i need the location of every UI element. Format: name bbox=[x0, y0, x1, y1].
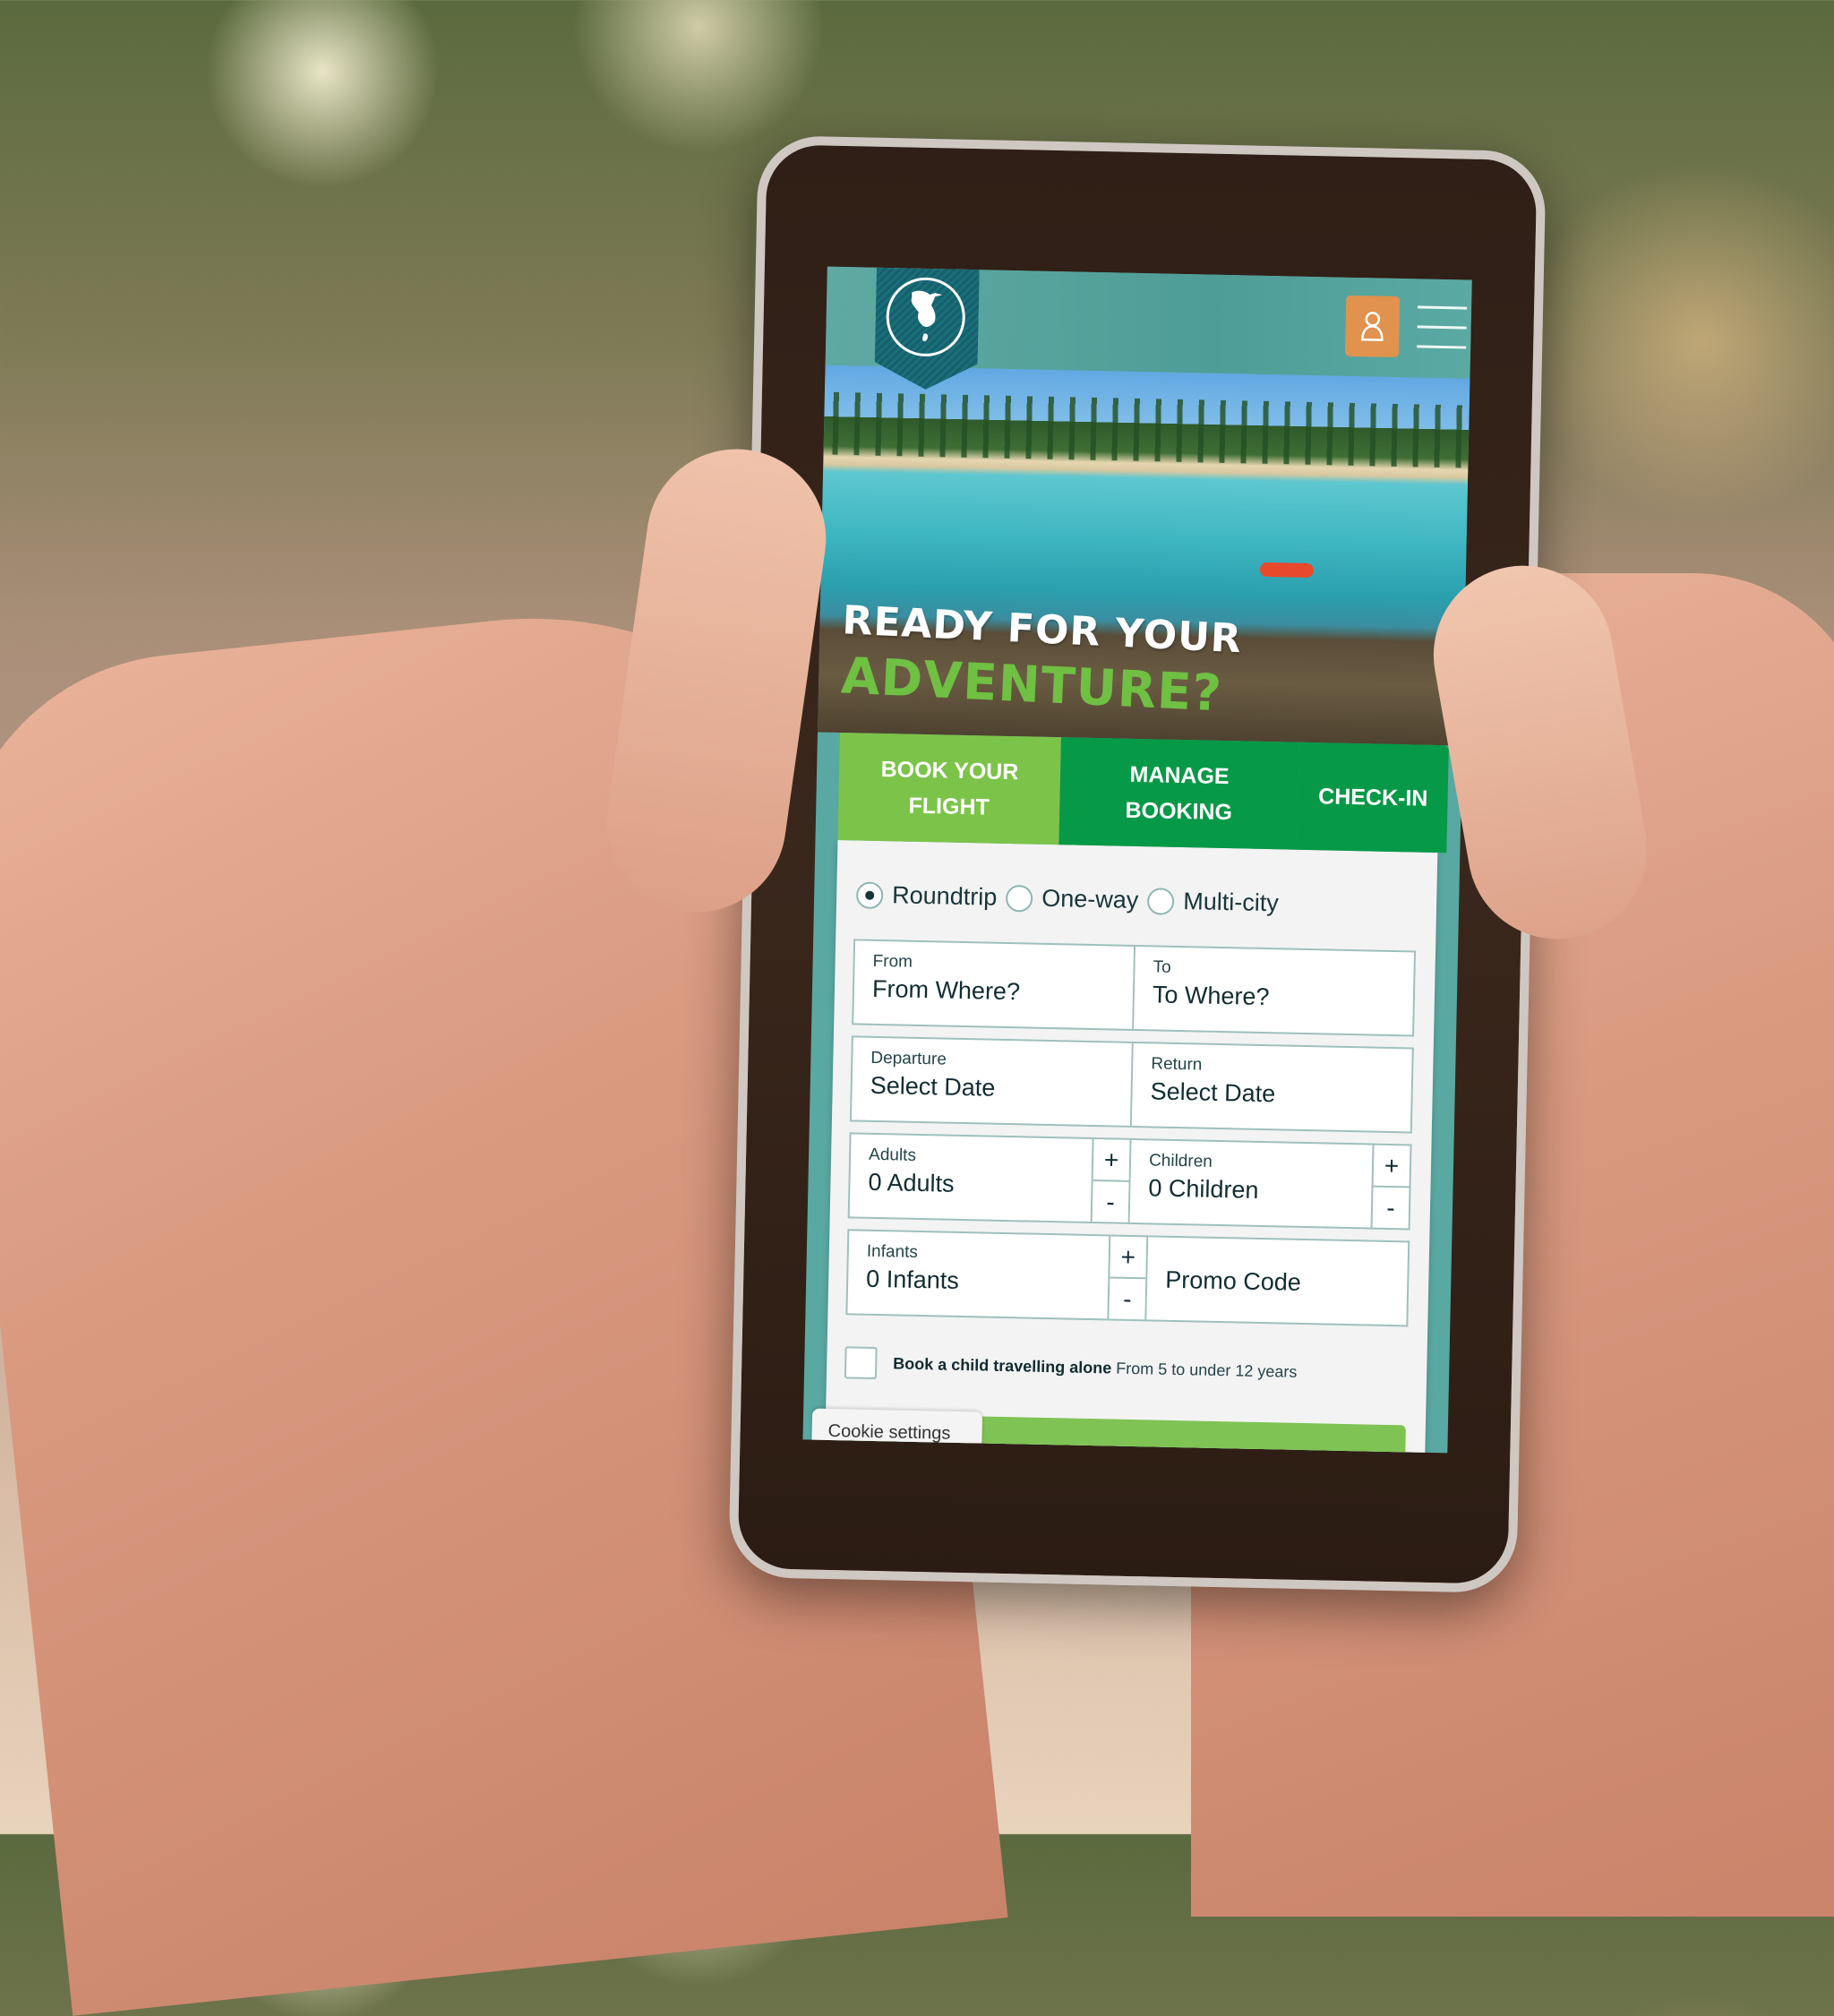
infants-field[interactable]: Infants 0 Infants bbox=[845, 1229, 1111, 1321]
return-date-field[interactable]: Return Select Date bbox=[1131, 1041, 1414, 1134]
infants-increment-button[interactable]: + bbox=[1110, 1236, 1146, 1277]
children-label: Children bbox=[1148, 1151, 1213, 1171]
child-alone-label: Book a child travelling alone From 5 to … bbox=[893, 1354, 1298, 1381]
flight-search-form: Roundtrip One-way Multi-city From From W… bbox=[824, 839, 1438, 1454]
tab-check-in[interactable]: CHECK-IN bbox=[1297, 742, 1449, 854]
kayak-image bbox=[1259, 562, 1315, 579]
trip-type-options: Roundtrip One-way Multi-city bbox=[855, 880, 1280, 917]
radio-label: One-way bbox=[1041, 884, 1139, 914]
route-row: From From Where? To To Where? bbox=[852, 939, 1417, 1037]
child-travelling-alone-option: Book a child travelling alone From 5 to … bbox=[844, 1346, 1298, 1388]
adults-label: Adults bbox=[868, 1145, 917, 1165]
adults-stepper: + - bbox=[1092, 1137, 1132, 1224]
user-account-button[interactable] bbox=[1344, 295, 1401, 357]
dates-row: Departure Select Date Return Select Date bbox=[849, 1035, 1414, 1134]
children-stepper: + - bbox=[1372, 1143, 1412, 1231]
adults-field[interactable]: Adults 0 Adults bbox=[847, 1132, 1094, 1224]
adults-increment-button[interactable]: + bbox=[1093, 1139, 1130, 1180]
promo-code-placeholder: Promo Code bbox=[1164, 1265, 1302, 1296]
radio-button[interactable] bbox=[1146, 887, 1175, 915]
phone-screen: READY FOR YOUR ADVENTURE? BOOK YOUR FLIG… bbox=[802, 266, 1472, 1454]
user-icon bbox=[1361, 312, 1384, 341]
to-label: To bbox=[1153, 957, 1171, 977]
radio-button[interactable] bbox=[1005, 884, 1033, 913]
from-label: From bbox=[872, 951, 913, 972]
from-field[interactable]: From From Where? bbox=[852, 939, 1136, 1031]
hero-banner: READY FOR YOUR ADVENTURE? bbox=[818, 365, 1470, 746]
infants-label: Infants bbox=[866, 1241, 919, 1262]
radio-roundtrip[interactable]: Roundtrip bbox=[855, 880, 998, 911]
children-increment-button[interactable]: + bbox=[1374, 1145, 1410, 1187]
departure-date-field[interactable]: Departure Select Date bbox=[849, 1035, 1134, 1128]
to-field[interactable]: To To Where? bbox=[1134, 944, 1417, 1037]
adults-decrement-button[interactable]: - bbox=[1092, 1180, 1129, 1222]
departure-value: Select Date bbox=[870, 1071, 996, 1102]
departure-label: Departure bbox=[870, 1048, 947, 1069]
radio-multi-city[interactable]: Multi-city bbox=[1146, 887, 1280, 917]
promo-code-input[interactable]: Promo Code bbox=[1146, 1235, 1410, 1327]
children-field[interactable]: Children 0 Children bbox=[1129, 1137, 1375, 1230]
child-alone-checkbox[interactable] bbox=[844, 1346, 878, 1380]
site-header bbox=[825, 266, 1472, 379]
return-label: Return bbox=[1151, 1054, 1203, 1075]
cookie-settings-button[interactable]: Cookie settings bbox=[811, 1408, 983, 1454]
radio-button[interactable] bbox=[855, 880, 884, 909]
infants-value: 0 Infants bbox=[865, 1265, 960, 1294]
tab-manage-booking[interactable]: MANAGE BOOKING bbox=[1058, 737, 1300, 850]
smartphone: READY FOR YOUR ADVENTURE? BOOK YOUR FLIG… bbox=[728, 134, 1547, 1594]
radio-label: Roundtrip bbox=[891, 881, 998, 911]
hamburger-menu-icon[interactable] bbox=[1417, 305, 1468, 349]
adults-value: 0 Adults bbox=[868, 1168, 955, 1197]
infants-stepper: + - bbox=[1109, 1234, 1149, 1322]
infants-promo-row: Infants 0 Infants + - Promo Code bbox=[845, 1229, 1410, 1327]
to-value: To Where? bbox=[1152, 981, 1270, 1011]
from-value: From Where? bbox=[871, 974, 1021, 1006]
return-value: Select Date bbox=[1150, 1077, 1276, 1108]
child-alone-detail: From 5 to under 12 years bbox=[1116, 1359, 1298, 1381]
infants-decrement-button[interactable]: - bbox=[1109, 1276, 1146, 1320]
children-decrement-button[interactable]: - bbox=[1372, 1185, 1410, 1229]
child-alone-title: Book a child travelling alone bbox=[893, 1353, 1112, 1377]
island-map-icon bbox=[886, 277, 966, 357]
children-value: 0 Children bbox=[1148, 1174, 1259, 1204]
booking-tabs: BOOK YOUR FLIGHT MANAGE BOOKING CHECK-IN bbox=[837, 733, 1449, 854]
radio-one-way[interactable]: One-way bbox=[1005, 884, 1139, 914]
tab-book-your-flight[interactable]: BOOK YOUR FLIGHT bbox=[837, 733, 1061, 845]
passengers-row: Adults 0 Adults + - Children 0 Children … bbox=[847, 1132, 1412, 1231]
radio-label: Multi-city bbox=[1182, 888, 1280, 917]
